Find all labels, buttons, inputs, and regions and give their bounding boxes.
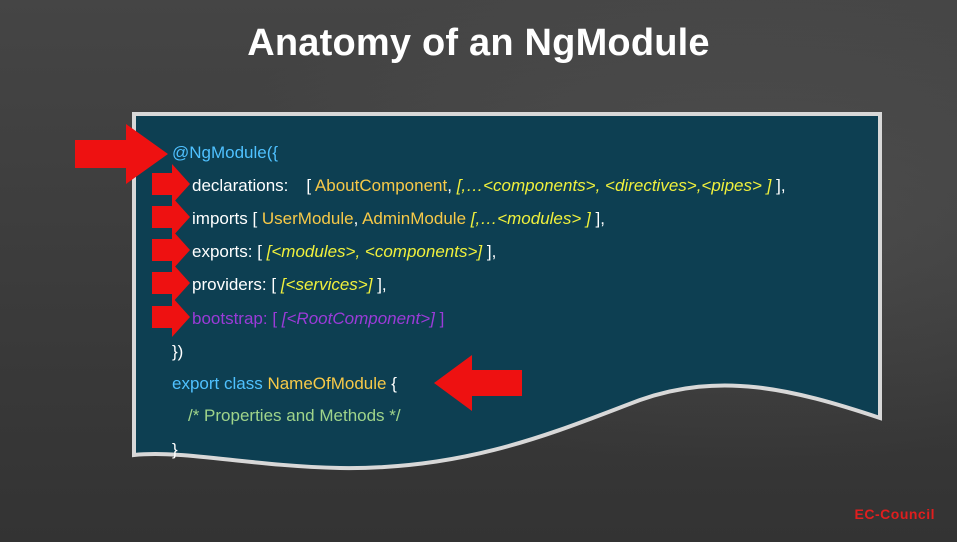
code-comment: /* Properties and Methods */: [188, 406, 401, 425]
code-line-imports: imports [ UserModule, AdminModule [,…<mo…: [192, 209, 605, 229]
code-line-bootstrap: bootstrap: [ [<RootComponent>] ]: [192, 309, 444, 329]
declarations-sep: ,: [447, 176, 457, 195]
imports-sep: ,: [353, 209, 363, 228]
class-open: {: [386, 374, 397, 393]
exports-key: exports: [: [192, 242, 267, 261]
bootstrap-close: ]: [434, 309, 445, 328]
code-block: @NgModule({ declarations: [ AboutComponen…: [0, 0, 957, 542]
about-component: AboutComponent: [314, 176, 448, 195]
class-close: }: [172, 440, 178, 459]
bootstrap-generic: [<RootComponent>]: [281, 309, 435, 328]
declarations-close: ],: [771, 176, 786, 195]
code-line-decorator-close: }): [172, 342, 183, 362]
imports-generic: [,…<modules> ]: [466, 209, 591, 228]
code-line-exports: exports: [ [<modules>, <components>] ],: [192, 242, 496, 262]
code-line-declarations: declarations: [ AboutComponent, [,…<compo…: [192, 176, 786, 196]
decorator-close: }): [172, 342, 184, 361]
export-class-keyword: export class: [172, 374, 268, 393]
code-line-comment: /* Properties and Methods */: [188, 406, 401, 426]
imports-close: ],: [590, 209, 605, 228]
bootstrap-key: bootstrap: [: [192, 309, 282, 328]
user-module: UserModule: [261, 209, 354, 228]
providers-key: providers: [: [192, 275, 281, 294]
admin-module: AdminModule: [362, 209, 467, 228]
declarations-generic: [,…<components>, <directives>,<pipes> ]: [456, 176, 772, 195]
class-name: NameOfModule: [267, 374, 387, 393]
providers-generic: [<services>]: [280, 275, 373, 294]
ngmodule-decorator: @NgModule({: [172, 143, 279, 162]
code-line-class-close: }: [172, 440, 178, 460]
exports-close: ],: [482, 242, 497, 261]
code-line-decorator: @NgModule({: [172, 143, 278, 163]
providers-close: ],: [372, 275, 387, 294]
ec-council-logo: EC-Council: [854, 506, 935, 522]
code-line-export-class: export class NameOfModule {: [172, 374, 397, 394]
declarations-open: [: [306, 176, 315, 195]
code-line-providers: providers: [ [<services>] ],: [192, 275, 387, 295]
declarations-key: declarations:: [192, 176, 289, 195]
exports-generic: [<modules>, <components>]: [266, 242, 483, 261]
imports-key: imports [: [192, 209, 262, 228]
